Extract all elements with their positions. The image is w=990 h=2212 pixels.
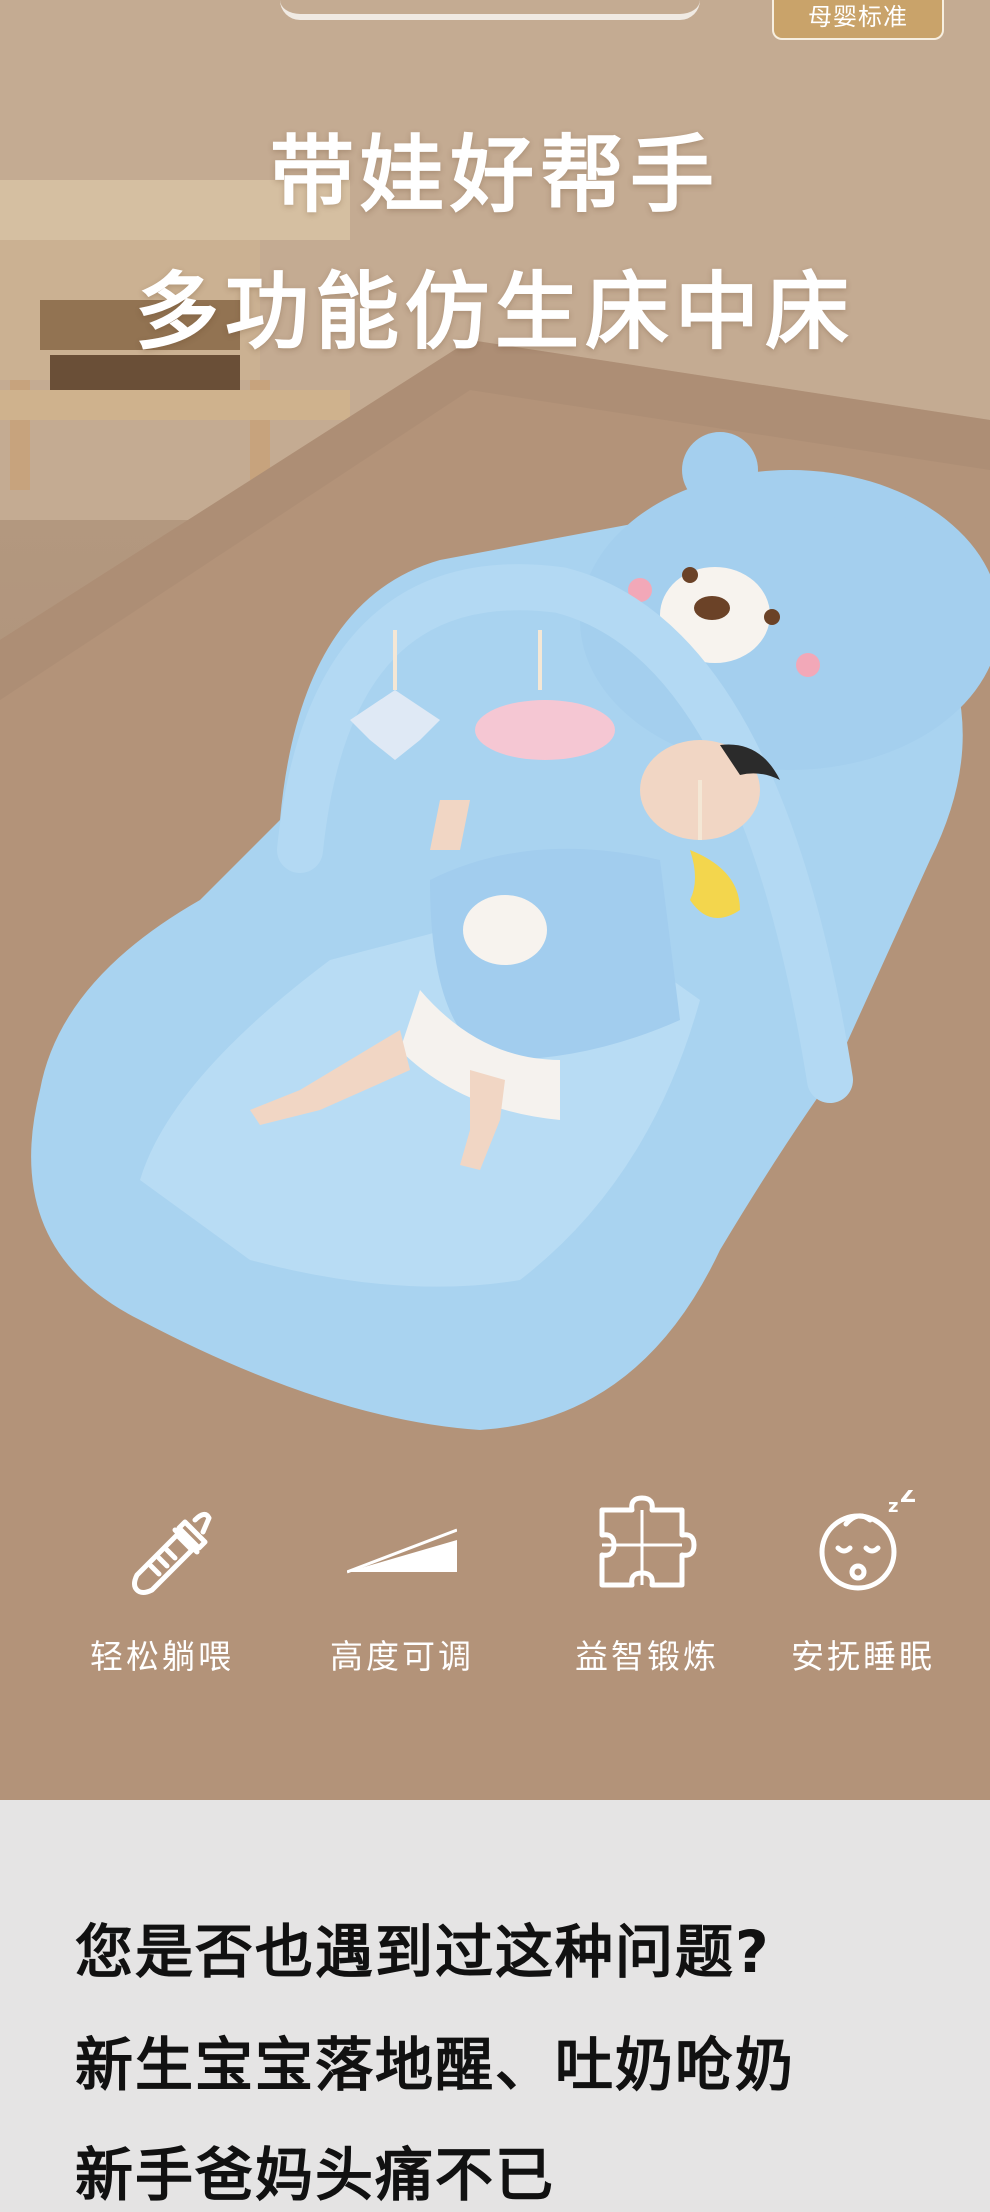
wedge-slope-icon — [347, 1528, 457, 1574]
top-decoration — [280, 0, 700, 20]
svg-text:Z: Z — [900, 1490, 916, 1508]
question-line-3: 新手爸妈头痛不已 — [75, 2141, 556, 2209]
puzzle-piece-icon — [599, 1495, 697, 1588]
headline-line-1: 带娃好帮手 — [269, 126, 720, 224]
feature-item: 高度可调 — [292, 1490, 512, 1678]
feature-label: 高度可调 — [330, 1637, 474, 1676]
feature-item: 轻松躺喂 — [52, 1490, 272, 1678]
feature-label: 益智锻炼 — [575, 1637, 719, 1676]
feature-item: z Z 安抚睡眠 — [753, 1490, 973, 1678]
question-line-1: 您是否也遇到过这种问题? — [75, 1918, 771, 1986]
svg-text:z: z — [888, 1496, 898, 1517]
hero-section: 母婴标准 带娃好帮手 多功能仿生床中床 轻松躺喂 高度可调 益智锻炼 z Z 安… — [0, 0, 990, 1800]
feature-label: 安抚睡眠 — [791, 1637, 935, 1676]
feature-label: 轻松躺喂 — [90, 1637, 234, 1676]
standard-badge: 母婴标准 — [772, 0, 944, 40]
feature-item: 益智锻炼 — [537, 1490, 757, 1678]
headline-line-2: 多功能仿生床中床 — [134, 263, 855, 361]
question-line-2: 新生宝宝落地醒、吐奶呛奶 — [75, 2031, 796, 2099]
baby-bottle-icon — [132, 1512, 212, 1595]
sleeping-baby-icon: z Z — [819, 1490, 916, 1591]
feature-list: 轻松躺喂 高度可调 益智锻炼 z Z 安抚睡眠 — [0, 1490, 990, 1690]
